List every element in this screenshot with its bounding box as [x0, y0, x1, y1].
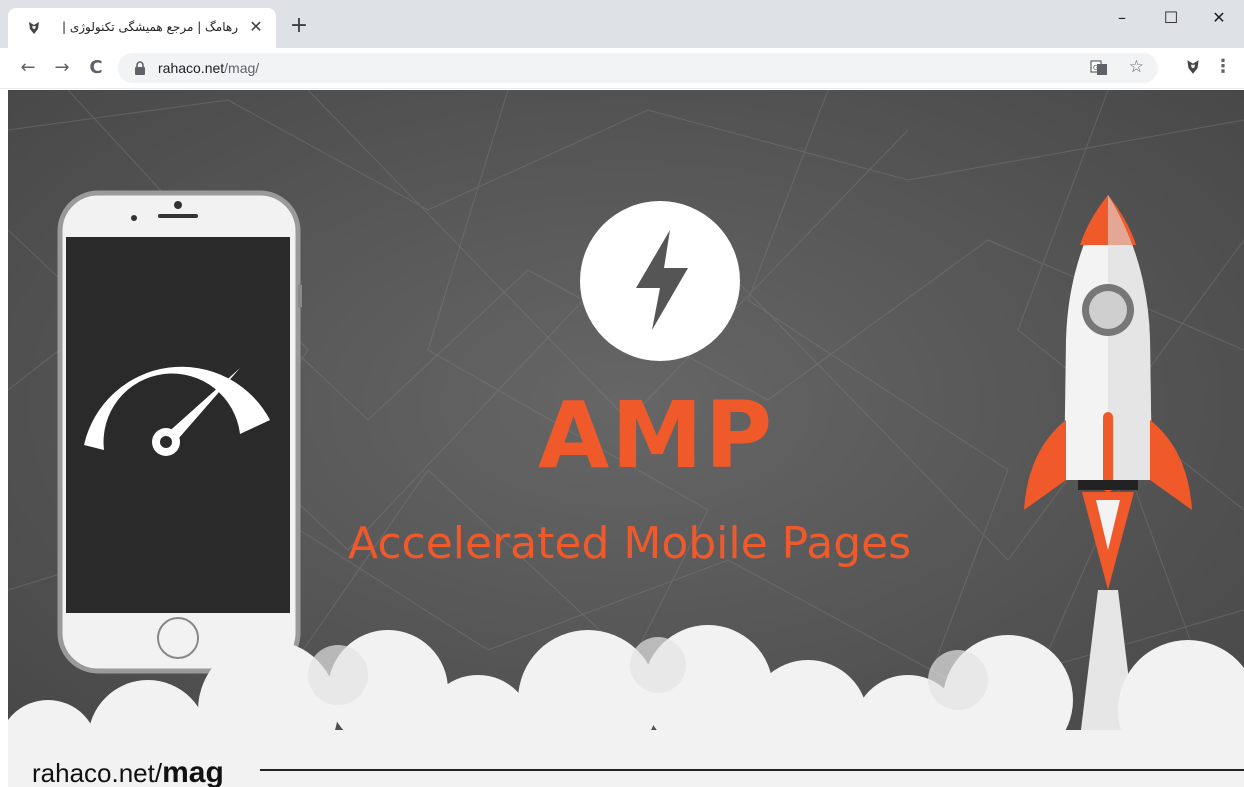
browser-toolbar: ← → C rahaco.net/mag/ G ☆ ⋮	[0, 48, 1244, 89]
tab-close-icon[interactable]: ✕	[246, 17, 266, 37]
window-close-button[interactable]: ✕	[1196, 6, 1242, 30]
translate-icon[interactable]: G	[1090, 59, 1108, 77]
svg-text:G: G	[1093, 64, 1098, 72]
tab-strip: رهامگ | مرجع همیشگی تکنولوژی | ✕ + – ☐ ✕	[0, 0, 1244, 48]
back-button[interactable]: ←	[16, 56, 40, 80]
bookmark-star-icon[interactable]: ☆	[1129, 57, 1144, 77]
address-bar[interactable]: rahaco.net/mag/ G ☆	[118, 53, 1158, 83]
active-tab[interactable]: رهامگ | مرجع همیشگی تکنولوژی | ✕	[8, 8, 276, 48]
forward-button[interactable]: →	[50, 56, 74, 80]
url-text: rahaco.net/mag/	[158, 60, 259, 76]
new-tab-button[interactable]: +	[287, 15, 311, 39]
tab-title: رهامگ | مرجع همیشگی تکنولوژی |	[61, 20, 238, 34]
site-favicon-icon	[29, 22, 39, 34]
url-host: rahaco.net	[158, 60, 225, 76]
caption-url: rahaco.net/mag	[32, 756, 224, 787]
amp-title: AMP	[538, 382, 775, 489]
amp-hero-banner: AMP Accelerated Mobile Pages rahaco.net/…	[8, 90, 1244, 787]
browser-menu-icon[interactable]: ⋮	[1214, 55, 1232, 79]
lock-icon	[135, 61, 145, 75]
amp-subtitle: Accelerated Mobile Pages	[348, 518, 912, 569]
maximize-button[interactable]: ☐	[1148, 6, 1194, 30]
minimize-button[interactable]: –	[1099, 6, 1145, 30]
url-path: /mag/	[224, 60, 260, 76]
caption-path: mag	[162, 756, 224, 787]
lightning-bolt-icon	[580, 201, 740, 361]
extension-icon[interactable]	[1184, 58, 1202, 76]
caption-domain: rahaco.net/	[32, 758, 163, 787]
reload-button[interactable]: C	[84, 56, 108, 80]
caption-underline	[260, 769, 1244, 771]
